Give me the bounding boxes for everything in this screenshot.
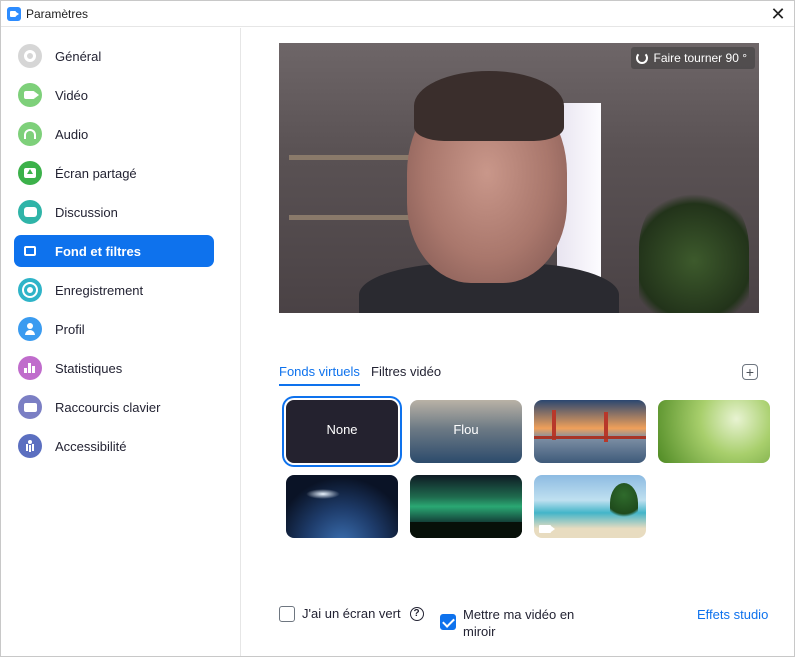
sidebar-item-general[interactable]: Général <box>14 40 214 72</box>
studio-effects-link[interactable]: Effets studio <box>697 607 768 622</box>
sidebar-item-label: Enregistrement <box>55 282 144 298</box>
preview-plant <box>639 183 749 313</box>
sidebar-item-label: Général <box>55 48 102 64</box>
sidebar-item-share-screen[interactable]: Écran partagé <box>14 157 214 189</box>
sidebar-item-profile[interactable]: Profil <box>14 313 214 345</box>
background-icon <box>18 239 42 263</box>
sidebar-item-label: Fond et filtres <box>55 243 141 259</box>
background-tile-earth[interactable] <box>286 475 398 538</box>
background-tile-beach[interactable] <box>534 475 646 538</box>
sidebar-item-accessibility[interactable]: Accessibilité <box>14 430 214 462</box>
help-icon[interactable]: ? <box>409 607 424 621</box>
window-title: Paramètres <box>26 7 89 21</box>
share-screen-icon <box>18 161 42 185</box>
tile-label: Flou <box>453 422 479 437</box>
mirror-video-label-line1: Mettre ma vidéo en <box>463 607 575 622</box>
add-background-button[interactable]: + <box>742 364 758 380</box>
tab-virtual-backgrounds[interactable]: Fonds virtuels <box>279 364 360 386</box>
video-icon <box>539 525 555 533</box>
green-screen-label: J'ai un écran vert <box>302 606 401 621</box>
sidebar-item-label: Écran partagé <box>55 165 137 181</box>
sidebar-item-video[interactable]: Vidéo <box>14 79 214 111</box>
sidebar-item-label: Accessibilité <box>55 438 127 454</box>
settings-sidebar: Général Vidéo Audio Écran partagé Discus… <box>1 28 241 656</box>
stats-icon <box>18 356 42 380</box>
mirror-video-option: Mettre ma vidéo en miroir <box>440 606 574 640</box>
sidebar-item-label: Statistiques <box>55 360 123 376</box>
sidebar-item-background-filters[interactable]: Fond et filtres <box>14 235 214 267</box>
mirror-video-label: Mettre ma vidéo en miroir <box>463 606 574 640</box>
headphones-icon <box>18 122 42 146</box>
background-tile-none[interactable]: None <box>286 400 398 463</box>
sidebar-item-statistics[interactable]: Statistiques <box>14 352 214 384</box>
background-tile-aurora[interactable] <box>410 475 522 538</box>
preview-shelf <box>289 155 409 160</box>
green-screen-option: J'ai un écran vert ? <box>279 606 424 622</box>
camera-icon <box>18 83 42 107</box>
sidebar-item-label: Audio <box>55 126 89 142</box>
close-button[interactable]: ✕ <box>768 4 788 24</box>
preview-person-hair <box>414 71 564 141</box>
background-tile-golden-gate[interactable] <box>534 400 646 463</box>
tab-video-filters[interactable]: Filtres vidéo <box>371 364 441 379</box>
record-icon <box>18 278 42 302</box>
tile-label: None <box>326 422 358 437</box>
zoom-app-icon <box>7 7 21 21</box>
accessibility-icon <box>18 434 42 458</box>
rotate-icon <box>636 52 649 64</box>
rotate-90-button[interactable]: Faire tourner 90 ° <box>631 47 755 69</box>
video-preview: Faire tourner 90 ° <box>279 43 759 313</box>
mirror-video-label-line2: miroir <box>463 624 496 639</box>
chat-icon <box>18 200 42 224</box>
sidebar-item-keyboard-shortcuts[interactable]: Raccourcis clavier <box>14 391 214 423</box>
video-icon <box>415 525 431 533</box>
sidebar-item-chat[interactable]: Discussion <box>14 196 214 228</box>
rotate-label: Faire tourner 90 ° <box>653 51 747 65</box>
sidebar-item-label: Discussion <box>55 204 118 220</box>
sidebar-item-audio[interactable]: Audio <box>14 118 214 150</box>
profile-icon <box>18 317 42 341</box>
title-bar: Paramètres ✕ <box>1 1 794 27</box>
background-tile-grass[interactable] <box>658 400 770 463</box>
sidebar-item-label: Vidéo <box>55 87 89 103</box>
preview-shelf <box>289 215 409 220</box>
mirror-video-checkbox[interactable] <box>440 614 456 630</box>
gear-icon <box>18 44 42 68</box>
sidebar-item-label: Profil <box>55 321 85 337</box>
settings-window: Paramètres ✕ Général Vidéo Audio Écran p… <box>0 0 795 657</box>
sidebar-item-label: Raccourcis clavier <box>55 399 161 415</box>
sidebar-item-recording[interactable]: Enregistrement <box>14 274 214 306</box>
background-tile-blur[interactable]: Flou <box>410 400 522 463</box>
green-screen-checkbox[interactable] <box>279 606 295 622</box>
keyboard-icon <box>18 395 42 419</box>
